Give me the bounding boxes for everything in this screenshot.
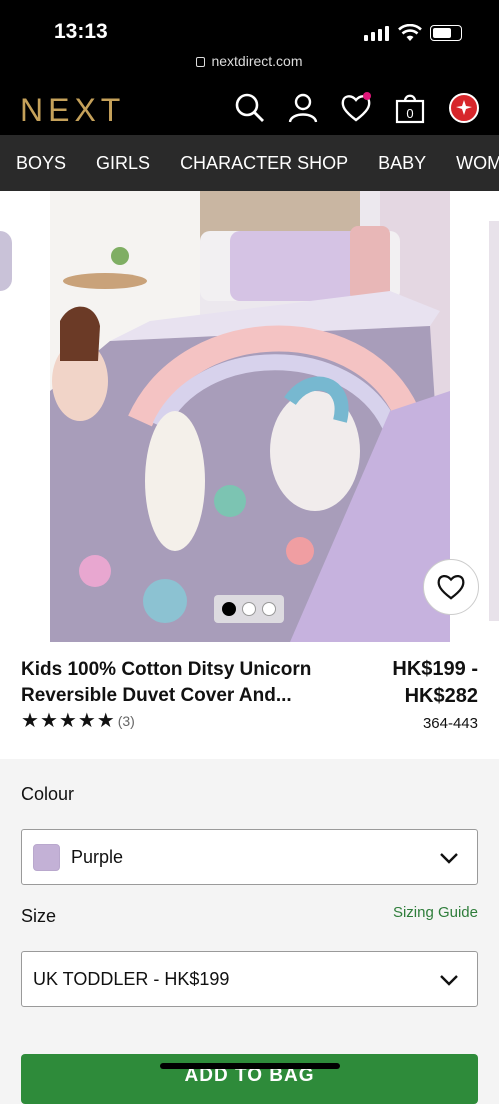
star-icon: ★	[39, 710, 58, 732]
address-bar[interactable]: nextdirect.com	[0, 53, 499, 69]
gallery-dot[interactable]	[262, 602, 276, 616]
account-icon[interactable]	[287, 92, 319, 124]
category-nav: BOYSGIRLSCHARACTER SHOPBABYWOMEN	[0, 135, 499, 191]
gallery-pagination	[214, 595, 284, 623]
star-icon: ★	[58, 710, 77, 732]
next-image-peek[interactable]	[489, 221, 499, 621]
lock-icon	[196, 57, 206, 67]
colour-value: Purple	[71, 847, 124, 867]
product-info: Kids 100% Cotton Ditsy Unicorn Reversibl…	[0, 642, 499, 759]
chevron-down-icon	[440, 853, 458, 864]
nav-item-boys[interactable]: BOYS	[0, 135, 81, 191]
sizing-guide-link[interactable]: Sizing Guide	[393, 904, 478, 921]
chevron-down-icon	[440, 975, 458, 986]
nav-item-baby[interactable]: BABY	[363, 135, 441, 191]
signal-icon	[364, 26, 389, 41]
nav-item-girls[interactable]: GIRLS	[81, 135, 165, 191]
prev-image-peek[interactable]	[0, 231, 12, 291]
wifi-icon	[398, 24, 422, 41]
product-title: Kids 100% Cotton Ditsy Unicorn Reversibl…	[21, 659, 312, 706]
search-icon[interactable]	[234, 92, 266, 124]
review-count[interactable]: (3)	[118, 713, 135, 729]
product-sku: 364-443	[422, 715, 478, 732]
status-bar: 13:13 nextdirect.com	[0, 0, 499, 80]
add-to-wishlist-button[interactable]	[423, 559, 479, 615]
star-icon: ★	[96, 710, 115, 732]
star-icon: ★	[21, 710, 39, 732]
colour-label: Colour	[21, 784, 75, 804]
battery-icon	[430, 25, 462, 41]
size-value: UK TODDLER - HK$199	[33, 969, 230, 989]
size-select[interactable]: UK TODDLER - HK$199	[21, 951, 478, 1007]
size-label: Size	[21, 906, 57, 926]
site-logo[interactable]: NEXT	[20, 92, 125, 129]
product-gallery[interactable]	[0, 191, 499, 642]
gallery-dot[interactable]	[222, 602, 236, 616]
nav-item-women[interactable]: WOMEN	[441, 135, 499, 191]
star-icon: ★	[77, 710, 96, 732]
product-price: HK$199 - HK$282	[392, 658, 478, 707]
site-header: NEXT 0	[0, 80, 499, 135]
nav-item-character-shop[interactable]: CHARACTER SHOP	[165, 135, 363, 191]
url-text: nextdirect.com	[211, 53, 303, 69]
wishlist-icon[interactable]	[340, 92, 372, 124]
product-image[interactable]	[50, 191, 450, 642]
rating-stars[interactable]: ★ ★ ★ ★ ★ (3)	[21, 708, 135, 733]
bag-count: 0	[406, 106, 413, 121]
home-indicator[interactable]	[160, 1063, 340, 1069]
colour-swatch	[33, 844, 60, 871]
heart-icon	[437, 575, 465, 600]
region-flag-icon[interactable]	[448, 92, 480, 124]
status-time: 13:13	[54, 20, 108, 43]
bag-icon[interactable]: 0	[394, 92, 426, 124]
colour-select[interactable]: Purple	[21, 829, 478, 885]
gallery-dot[interactable]	[242, 602, 256, 616]
add-to-bag-button[interactable]: ADD TO BAG	[21, 1054, 478, 1104]
